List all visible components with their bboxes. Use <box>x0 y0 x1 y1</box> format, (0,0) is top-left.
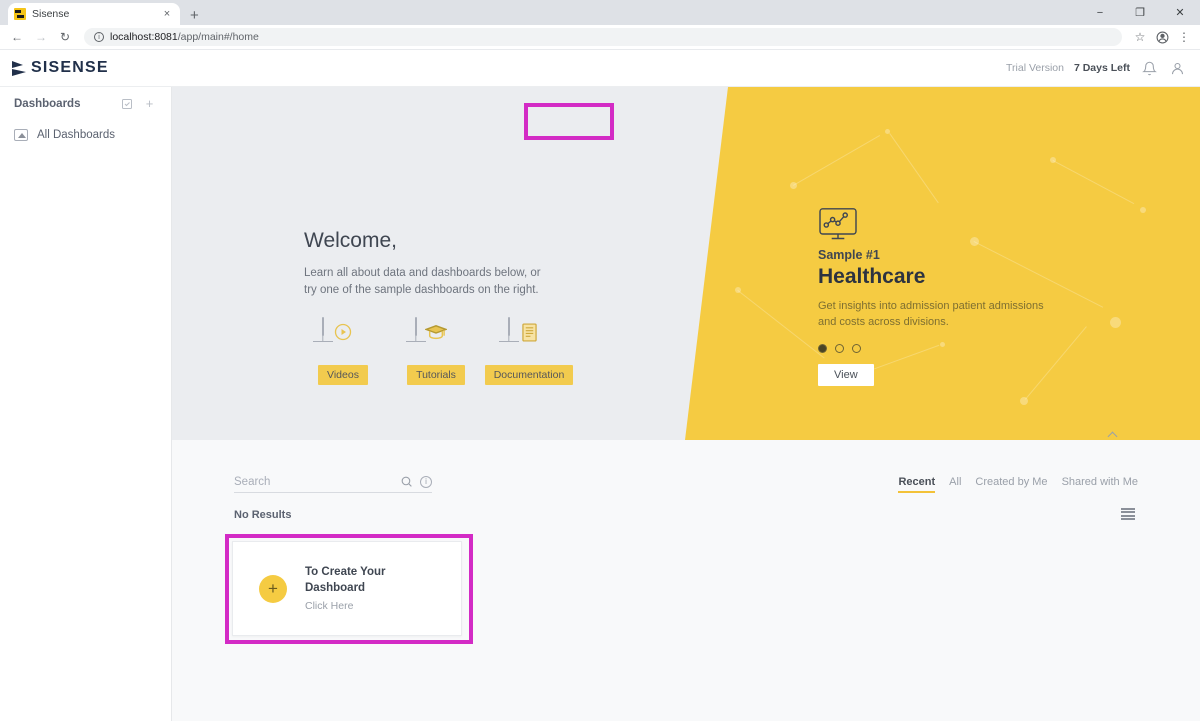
carousel-dot-1[interactable] <box>818 343 827 353</box>
maximize-window-icon[interactable]: ❐ <box>1120 0 1160 25</box>
window-controls: − ❐ ✕ <box>1080 0 1200 25</box>
create-card-title-line2: Dashboard <box>305 581 366 594</box>
create-card-subtitle: Click Here <box>305 600 354 613</box>
sample-description-line2: and costs across divisions. <box>818 315 949 328</box>
header-right-group: Trial Version 7 Days Left <box>1006 59 1200 77</box>
browser-tab-title: Sisense <box>32 8 70 20</box>
carousel-dot-3[interactable] <box>852 343 861 353</box>
filter-tab-shared-with-me[interactable]: Shared with Me <box>1062 476 1138 492</box>
documentation-button[interactable]: Documentation <box>484 365 574 386</box>
address-bar[interactable]: i localhost:8081/app/main#/home <box>84 28 1122 46</box>
new-tab-button[interactable]: + <box>190 8 199 23</box>
bookmark-star-icon[interactable]: ☆ <box>1130 27 1150 47</box>
hero-banner: Welcome, Learn all about data and dashbo… <box>172 87 1200 440</box>
welcome-title: Welcome, <box>304 229 397 252</box>
filter-tab-recent[interactable]: Recent <box>898 476 935 493</box>
trial-version-label: Trial Version <box>1006 62 1064 74</box>
app-header: SISENSE Trial Version 7 Days Left <box>0 50 1200 87</box>
sample-label: Sample #1 <box>818 248 880 262</box>
sisense-favicon-icon <box>14 8 26 20</box>
reload-icon[interactable]: ↻ <box>54 26 76 48</box>
chart-monitor-icon <box>818 208 858 247</box>
graduation-cap-monitor-icon[interactable] <box>414 317 458 356</box>
sample-description-line1: Get insights into admission patient admi… <box>818 300 1044 312</box>
all-dashboards-icon <box>14 129 28 141</box>
filter-row: i Recent All Created by Me Shared with M… <box>234 472 1138 496</box>
list-view-icon[interactable] <box>1121 508 1135 520</box>
filter-tab-created-by-me[interactable]: Created by Me <box>975 476 1047 492</box>
notification-bell-icon[interactable] <box>1140 59 1158 77</box>
sample-description: Get insights into admission patient admi… <box>818 299 1058 331</box>
dashboards-content-area: i Recent All Created by Me Shared with M… <box>172 440 1200 721</box>
hero-collapse-control[interactable] <box>344 429 1200 440</box>
plus-icon: + <box>259 574 287 603</box>
filter-tab-all[interactable]: All <box>949 476 961 492</box>
welcome-subtitle-line2: try one of the sample dashboards on the … <box>304 283 539 296</box>
trial-days-left: 7 Days Left <box>1073 62 1130 74</box>
videos-button[interactable]: Videos <box>318 365 368 386</box>
sample-dashboard-card: Sample #1 Healthcare Get insights into a… <box>818 207 1058 386</box>
document-monitor-icon[interactable] <box>507 317 551 356</box>
search-info-icon[interactable]: i <box>420 475 432 488</box>
sidebar-section-dashboards: Dashboards + <box>0 87 171 120</box>
profile-avatar-icon[interactable] <box>1152 27 1172 47</box>
create-card-title: To Create Your Dashboard <box>305 565 386 596</box>
play-monitor-icon[interactable] <box>321 317 365 356</box>
sisense-logo-text: SISENSE <box>31 59 109 76</box>
tile-videos[interactable]: Videos <box>304 317 382 386</box>
forward-icon[interactable]: → <box>30 26 52 48</box>
tile-documentation[interactable]: Documentation <box>484 317 574 386</box>
add-dashboard-icon[interactable]: + <box>142 96 157 111</box>
minimize-window-icon[interactable]: − <box>1080 0 1120 25</box>
welcome-subtitle: Learn all about data and dashboards belo… <box>304 265 568 298</box>
sisense-logo-icon <box>12 60 28 76</box>
address-bar-url: localhost:8081/app/main#/home <box>110 31 259 43</box>
sidebar-item-all-dashboards[interactable]: All Dashboards <box>0 120 171 150</box>
create-card-text: To Create Your Dashboard Click Here <box>305 565 386 612</box>
sisense-logo[interactable]: SISENSE <box>12 59 109 77</box>
no-results-label: No Results <box>234 509 292 521</box>
back-icon[interactable]: ← <box>6 26 28 48</box>
search-icon[interactable] <box>400 475 413 488</box>
checkbox-square-icon[interactable] <box>119 96 134 111</box>
view-filter-tabs: Recent All Created by Me Shared with Me <box>898 476 1138 493</box>
url-path: /app/main#/home <box>177 31 259 43</box>
user-avatar-icon[interactable] <box>1168 59 1186 77</box>
search-input[interactable] <box>234 475 393 488</box>
welcome-subtitle-line1: Learn all about data and dashboards belo… <box>304 267 541 279</box>
carousel-dot-2[interactable] <box>835 343 844 353</box>
welcome-block: Welcome, Learn all about data and dashbo… <box>304 229 574 386</box>
browser-toolbar: ← → ↻ i localhost:8081/app/main#/home ☆ … <box>0 25 1200 50</box>
chevron-up-icon <box>1107 431 1117 440</box>
create-dashboard-card[interactable]: + To Create Your Dashboard Click Here <box>232 541 462 636</box>
url-host: localhost:8081 <box>110 31 178 43</box>
close-tab-icon[interactable]: × <box>160 8 174 20</box>
view-sample-button[interactable]: View <box>818 363 874 386</box>
create-card-title-line1: To Create Your <box>305 565 386 578</box>
sidebar-section-title: Dashboards <box>14 97 81 110</box>
browser-menu-icon[interactable]: ⋮ <box>1174 27 1194 47</box>
resource-tiles: Videos Tutorials Documentation <box>304 317 574 386</box>
close-window-icon[interactable]: ✕ <box>1160 0 1200 25</box>
carousel-dots <box>818 343 1058 353</box>
tutorials-button[interactable]: Tutorials <box>407 365 465 386</box>
sidebar-item-label: All Dashboards <box>37 129 115 141</box>
tile-tutorials[interactable]: Tutorials <box>397 317 475 386</box>
site-info-icon[interactable]: i <box>94 32 104 42</box>
browser-tab-strip: Sisense × + − ❐ ✕ <box>0 0 1200 25</box>
sisense-app: SISENSE Trial Version 7 Days Left Data A… <box>0 50 1200 721</box>
search-box[interactable]: i <box>234 475 432 493</box>
browser-tab[interactable]: Sisense × <box>8 3 180 25</box>
sample-title: Healthcare <box>818 265 926 288</box>
sidebar: Dashboards + All Dashboards <box>0 87 172 721</box>
